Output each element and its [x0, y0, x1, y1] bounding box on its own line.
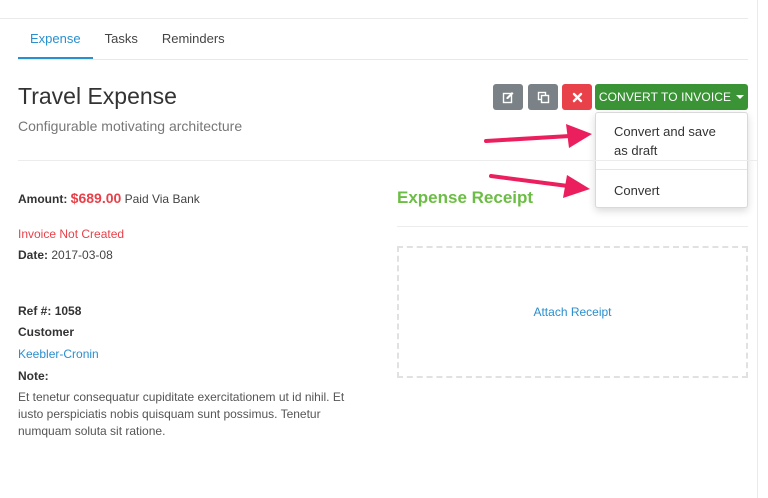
tab-bar: Expense Tasks Reminders [18, 19, 748, 60]
tab-tasks[interactable]: Tasks [93, 19, 150, 59]
edit-button[interactable] [493, 84, 523, 110]
convert-to-invoice-button[interactable]: CONVERT TO INVOICE [595, 84, 748, 110]
right-divider [757, 0, 758, 498]
arrow-to-save-draft [484, 124, 592, 148]
header-divider [18, 160, 758, 161]
customer-link[interactable]: Keebler-Cronin [18, 347, 99, 361]
caret-down-icon [736, 95, 745, 99]
note-text: Et tenetur consequatur cupiditate exerci… [18, 390, 345, 438]
customer-label: Customer [18, 325, 75, 339]
menu-item-convert-save-draft[interactable]: Convert and save as draft [596, 122, 747, 160]
payment-method: Paid Via Bank [124, 192, 200, 206]
amount-label: Amount: [18, 192, 68, 206]
copy-icon [537, 91, 549, 103]
copy-button[interactable] [528, 84, 558, 110]
note-label: Note: [18, 369, 49, 383]
ref-value: 1058 [54, 304, 82, 318]
ref-label: Ref #: [18, 304, 52, 318]
date-row: Date: 2017-03-08 [18, 248, 113, 262]
delete-button[interactable] [562, 84, 592, 110]
convert-button-label: CONVERT TO INVOICE [598, 90, 732, 104]
date-label: Date: [18, 248, 49, 262]
attach-receipt-link[interactable]: Attach Receipt [533, 305, 611, 319]
receipt-title: Expense Receipt [397, 188, 534, 207]
tab-reminders[interactable]: Reminders [150, 19, 237, 59]
ref-row: Ref #: 1058 [18, 304, 81, 318]
amount-row: Amount: $689.00 Paid Via Bank [18, 190, 200, 206]
menu-divider [596, 169, 747, 170]
menu-item-convert[interactable]: Convert [596, 181, 747, 200]
close-icon [572, 92, 582, 102]
page-title: Travel Expense [18, 83, 177, 109]
page-subtitle: Configurable motivating architecture [18, 118, 243, 134]
invoice-status: Invoice Not Created [18, 227, 125, 241]
date-value: 2017-03-08 [51, 248, 113, 262]
receipt-divider [397, 226, 748, 227]
tab-expense[interactable]: Expense [18, 19, 93, 59]
amount-value: $689.00 [70, 190, 122, 206]
edit-icon [502, 91, 513, 103]
receipt-dropzone[interactable]: Attach Receipt [397, 246, 748, 378]
